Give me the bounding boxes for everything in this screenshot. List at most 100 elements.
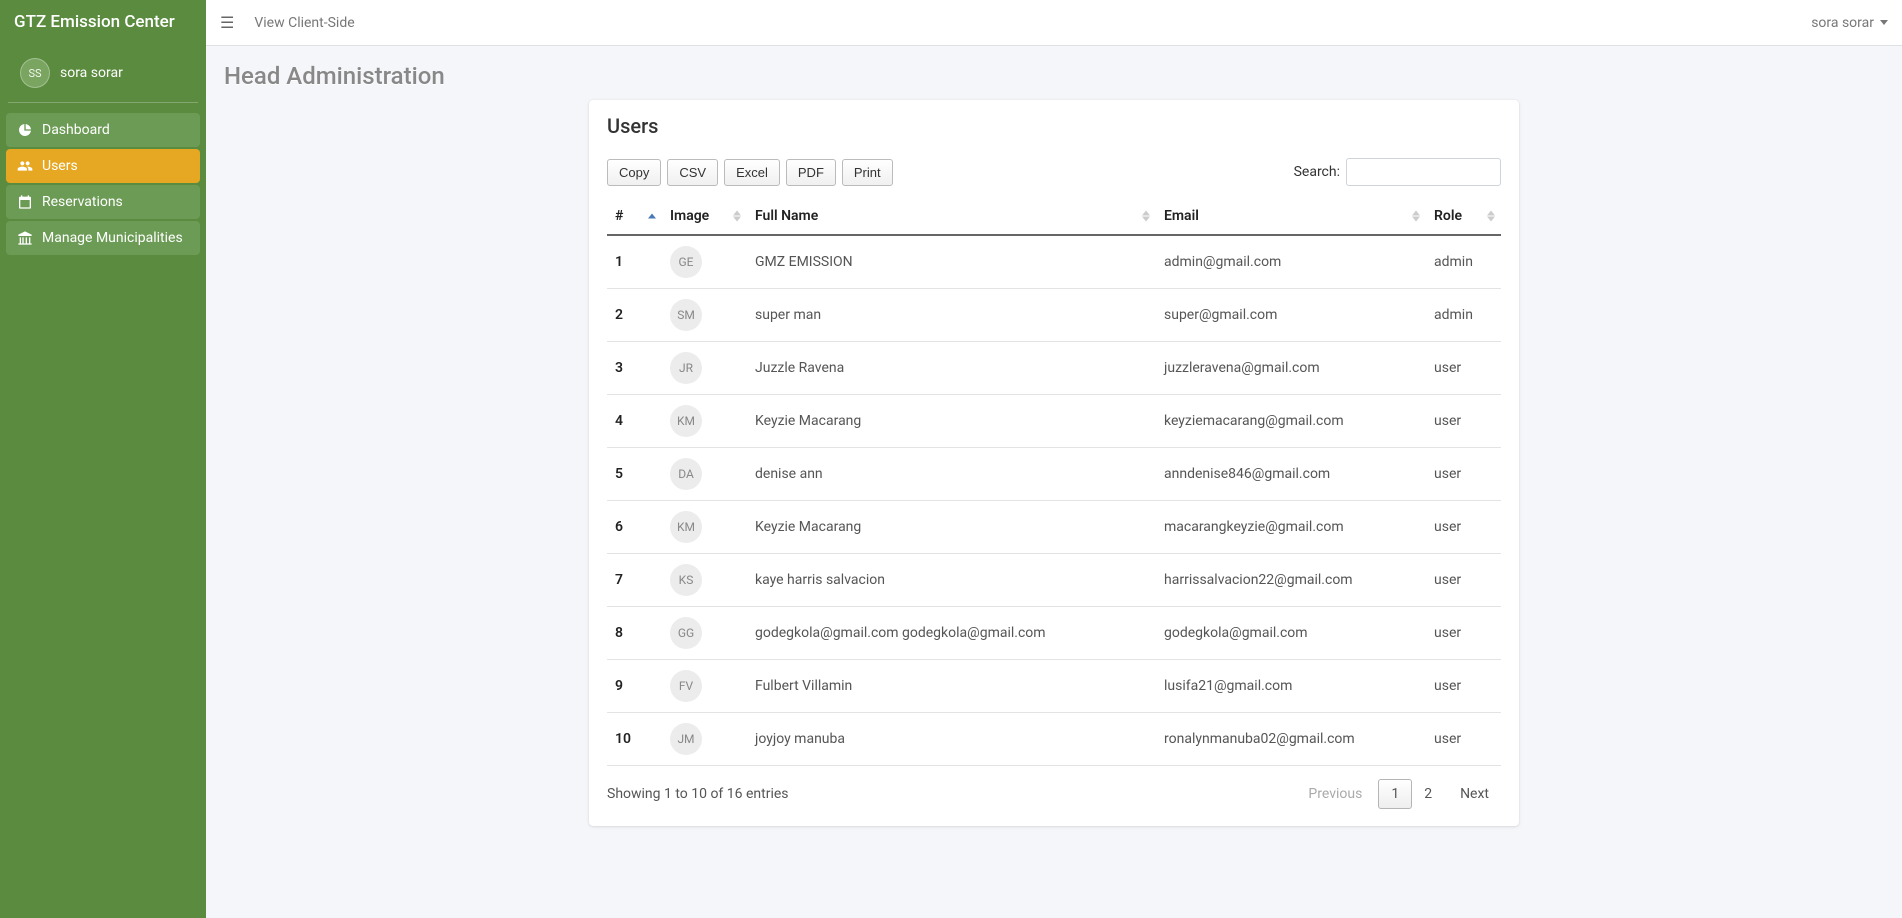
col-index[interactable]: # bbox=[607, 198, 662, 235]
sidebar-user-name: sora sorar bbox=[60, 65, 123, 81]
avatar: GE bbox=[670, 246, 702, 278]
topbar-user-menu[interactable]: sora sorar bbox=[1811, 15, 1888, 31]
topbar: ☰ View Client-Side sora sorar bbox=[206, 0, 1902, 46]
cell-role: user bbox=[1426, 660, 1501, 713]
cell-image: JM bbox=[662, 713, 747, 766]
cell-fullname: Juzzle Ravena bbox=[747, 342, 1156, 395]
table-row[interactable]: 3JRJuzzle Ravenajuzzleravena@gmail.comus… bbox=[607, 342, 1501, 395]
sidebar-item-reservations[interactable]: Reservations bbox=[6, 185, 200, 219]
cell-role: admin bbox=[1426, 289, 1501, 342]
sidebar-item-label: Manage Municipalities bbox=[42, 230, 183, 246]
page-1[interactable]: 1 bbox=[1378, 779, 1412, 809]
table-row[interactable]: 7KSkaye harris salvacionharrissalvacion2… bbox=[607, 554, 1501, 607]
col-role[interactable]: Role bbox=[1426, 198, 1501, 235]
col-image[interactable]: Image bbox=[662, 198, 747, 235]
cell-index: 1 bbox=[607, 235, 662, 289]
table-row[interactable]: 8GGgodegkola@gmail.com godegkola@gmail.c… bbox=[607, 607, 1501, 660]
cell-email: harrissalvacion22@gmail.com bbox=[1156, 554, 1426, 607]
table-row[interactable]: 4KMKeyzie Macarangkeyziemacarang@gmail.c… bbox=[607, 395, 1501, 448]
cell-index: 10 bbox=[607, 713, 662, 766]
cell-fullname: Keyzie Macarang bbox=[747, 395, 1156, 448]
cell-role: user bbox=[1426, 713, 1501, 766]
cell-email: keyziemacarang@gmail.com bbox=[1156, 395, 1426, 448]
cell-role: user bbox=[1426, 395, 1501, 448]
cell-image: DA bbox=[662, 448, 747, 501]
print-button[interactable]: Print bbox=[842, 159, 893, 186]
page-next[interactable]: Next bbox=[1448, 780, 1501, 808]
avatar: SM bbox=[670, 299, 702, 331]
col-email[interactable]: Email bbox=[1156, 198, 1426, 235]
table-row[interactable]: 5DAdenise annanndenise846@gmail.comuser bbox=[607, 448, 1501, 501]
cell-role: user bbox=[1426, 448, 1501, 501]
pdf-button[interactable]: PDF bbox=[786, 159, 836, 186]
page-2[interactable]: 2 bbox=[1412, 780, 1444, 808]
cell-index: 4 bbox=[607, 395, 662, 448]
search-input[interactable] bbox=[1346, 158, 1501, 186]
sidebar-item-municipalities[interactable]: Manage Municipalities bbox=[6, 221, 200, 255]
cell-image: GG bbox=[662, 607, 747, 660]
sidebar-item-label: Reservations bbox=[42, 194, 123, 210]
chevron-down-icon bbox=[1880, 20, 1888, 25]
cell-email: super@gmail.com bbox=[1156, 289, 1426, 342]
avatar: JR bbox=[670, 352, 702, 384]
hamburger-icon[interactable]: ☰ bbox=[220, 13, 234, 32]
sidebar-user-panel[interactable]: SS sora sorar bbox=[8, 44, 198, 103]
sort-icon bbox=[1487, 211, 1495, 222]
sort-icon bbox=[1142, 211, 1150, 222]
cell-fullname: kaye harris salvacion bbox=[747, 554, 1156, 607]
sidebar-item-dashboard[interactable]: Dashboard bbox=[6, 113, 200, 147]
cell-image: KM bbox=[662, 501, 747, 554]
cell-index: 8 bbox=[607, 607, 662, 660]
col-fullname[interactable]: Full Name bbox=[747, 198, 1156, 235]
sidebar-nav: Dashboard Users Reservations Manage Muni… bbox=[0, 103, 206, 265]
cell-email: ronalynmanuba02@gmail.com bbox=[1156, 713, 1426, 766]
building-icon bbox=[16, 230, 34, 246]
topbar-user-name: sora sorar bbox=[1811, 15, 1874, 31]
avatar: SS bbox=[20, 58, 50, 88]
avatar: FV bbox=[670, 670, 702, 702]
table-row[interactable]: 9FVFulbert Villaminlusifa21@gmail.comuse… bbox=[607, 660, 1501, 713]
table-row[interactable]: 6KMKeyzie Macarangmacarangkeyzie@gmail.c… bbox=[607, 501, 1501, 554]
cell-fullname: super man bbox=[747, 289, 1156, 342]
page-previous[interactable]: Previous bbox=[1296, 780, 1374, 808]
cell-email: godegkola@gmail.com bbox=[1156, 607, 1426, 660]
cell-fullname: Fulbert Villamin bbox=[747, 660, 1156, 713]
cell-index: 9 bbox=[607, 660, 662, 713]
table-row[interactable]: 1GEGMZ EMISSIONadmin@gmail.comadmin bbox=[607, 235, 1501, 289]
cell-fullname: godegkola@gmail.com godegkola@gmail.com bbox=[747, 607, 1156, 660]
cell-fullname: joyjoy manuba bbox=[747, 713, 1156, 766]
calendar-icon bbox=[16, 194, 34, 210]
table-row[interactable]: 10JM joyjoy manubaronalynmanuba02@gmail.c… bbox=[607, 713, 1501, 766]
cell-image: GE bbox=[662, 235, 747, 289]
cell-role: user bbox=[1426, 342, 1501, 395]
users-card: Users Copy CSV Excel PDF Print Search: bbox=[589, 100, 1519, 826]
users-table: # Image Full Name bbox=[607, 198, 1501, 766]
users-icon bbox=[16, 158, 34, 174]
cell-index: 5 bbox=[607, 448, 662, 501]
cell-image: KS bbox=[662, 554, 747, 607]
pagination: Previous 12 Next bbox=[1296, 780, 1501, 808]
cell-image: FV bbox=[662, 660, 747, 713]
cell-fullname: Keyzie Macarang bbox=[747, 501, 1156, 554]
cell-image: KM bbox=[662, 395, 747, 448]
view-client-link[interactable]: View Client-Side bbox=[254, 15, 354, 31]
excel-button[interactable]: Excel bbox=[724, 159, 780, 186]
sort-icon bbox=[648, 214, 656, 219]
page-title: Head Administration bbox=[224, 62, 1884, 90]
cell-image: SM bbox=[662, 289, 747, 342]
cell-fullname: denise ann bbox=[747, 448, 1156, 501]
copy-button[interactable]: Copy bbox=[607, 159, 661, 186]
cell-index: 3 bbox=[607, 342, 662, 395]
table-row[interactable]: 2SMsuper mansuper@gmail.comadmin bbox=[607, 289, 1501, 342]
sidebar-item-users[interactable]: Users bbox=[6, 149, 200, 183]
cell-email: anndenise846@gmail.com bbox=[1156, 448, 1426, 501]
main-area: ☰ View Client-Side sora sorar Head Admin… bbox=[206, 0, 1902, 918]
brand-title[interactable]: GTZ Emission Center bbox=[0, 0, 206, 44]
csv-button[interactable]: CSV bbox=[667, 159, 718, 186]
sidebar-item-label: Dashboard bbox=[42, 122, 110, 138]
avatar: JM bbox=[670, 723, 702, 755]
cell-role: user bbox=[1426, 554, 1501, 607]
cell-role: user bbox=[1426, 607, 1501, 660]
card-title: Users bbox=[589, 100, 1519, 146]
cell-role: admin bbox=[1426, 235, 1501, 289]
